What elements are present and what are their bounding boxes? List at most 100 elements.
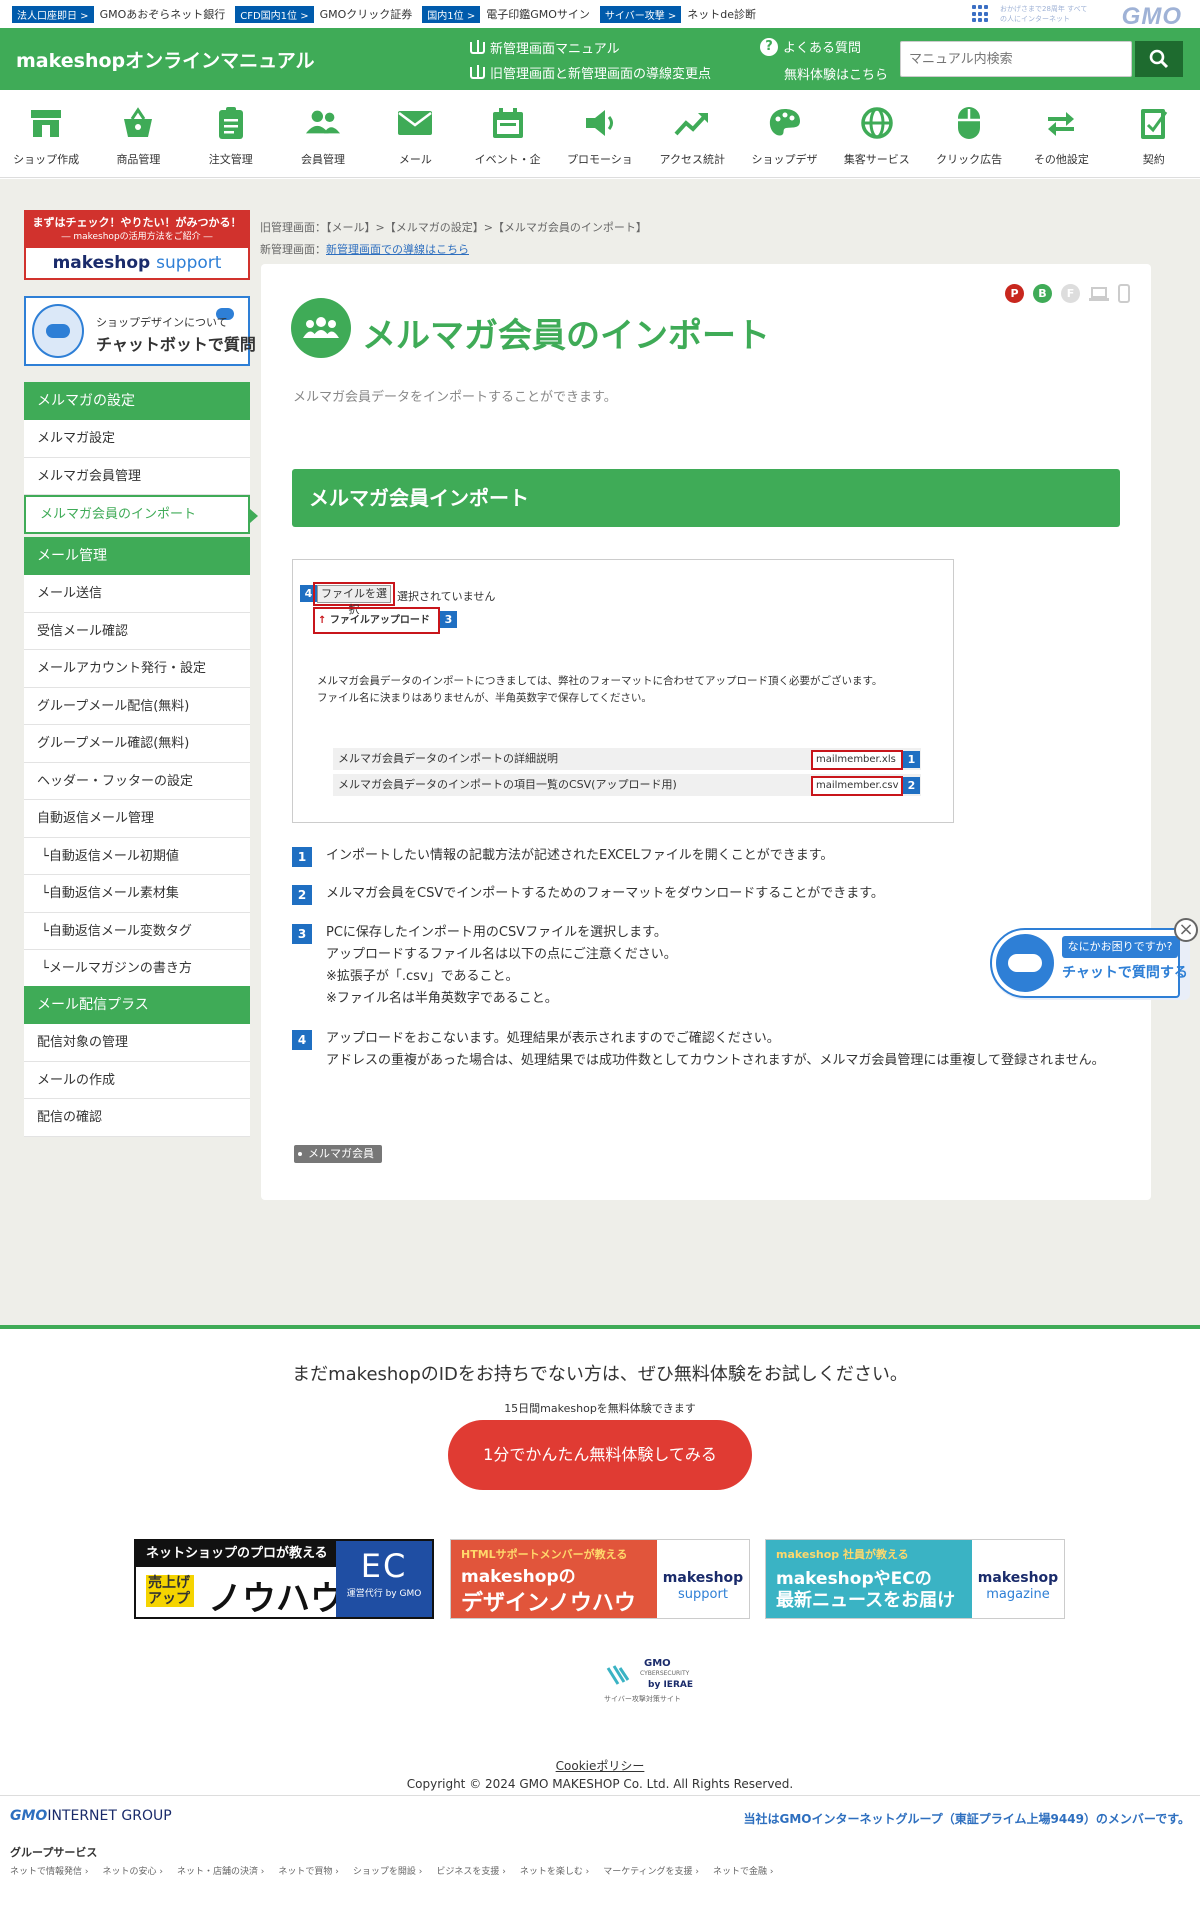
sidebar-group-head[interactable]: メール配信プラス	[24, 986, 250, 1024]
sidebar-item[interactable]: 配信対象の管理	[24, 1024, 250, 1062]
banner-right: EC 運営代行 by GMO	[336, 1541, 432, 1617]
nav-label: 会員管理	[301, 153, 346, 166]
file-upload-button[interactable]: ↑ ファイルアップロード	[318, 611, 432, 630]
sidebar-item[interactable]: メール送信	[24, 575, 250, 613]
sidebar-subitem[interactable]: └自動返信メール素材集	[24, 875, 250, 913]
group-link[interactable]: ネットの安心 ›	[102, 1864, 162, 1877]
sidebar-group-mailmag: メルマガの設定 メルマガ設定 メルマガ会員管理 メルマガ会員のインポート	[24, 382, 258, 534]
sidebar-group-head[interactable]: メルマガの設定	[24, 382, 250, 420]
cyber-caption: サイバー攻撃対策サイト	[604, 1695, 681, 1703]
magazine-banner[interactable]: makeshop 社員が教える makeshopやECの 最新ニュースをお届け …	[765, 1539, 1065, 1619]
topbar-badge-1[interactable]: 法人口座即日 >	[12, 5, 94, 23]
group-link[interactable]: ビジネスを支援 ›	[436, 1864, 505, 1877]
csv-download-link[interactable]: mailmember.csv	[811, 776, 903, 796]
group-link[interactable]: マーケティングを支援 ›	[603, 1864, 699, 1877]
gmo-logo[interactable]: GMO	[1122, 3, 1182, 31]
cybersecurity-badge[interactable]: GMO CYBERSECURITY by IERAE サイバー攻撃対策サイト	[600, 1658, 710, 1706]
topbar-link-3[interactable]: 電子印鑑GMOサイン	[486, 6, 590, 22]
nav-item-orders[interactable]: 注文管理	[185, 90, 277, 177]
sidebar-item-active[interactable]: メルマガ会員のインポート	[24, 495, 258, 534]
robot-icon	[996, 934, 1054, 992]
topbar-badge-4[interactable]: サイバー攻撃 >	[599, 5, 682, 23]
new-manual-link[interactable]: 新管理画面マニュアル	[470, 38, 620, 57]
group-link[interactable]: ネット・店舗の決済 ›	[177, 1864, 264, 1877]
robot-icon	[32, 304, 84, 358]
apps-grid-icon[interactable]	[972, 5, 990, 23]
group-link[interactable]: ネットで買物 ›	[278, 1864, 338, 1877]
topbar-badge-3[interactable]: 国内1位 >	[422, 5, 481, 23]
search-button[interactable]	[1135, 41, 1183, 77]
nav-item-mail[interactable]: メール	[369, 90, 461, 177]
group-link[interactable]: ショップを開設 ›	[353, 1864, 422, 1877]
nav-item-marketing[interactable]: 集客サービス	[831, 90, 923, 177]
nav-item-design[interactable]: ショップデザ	[738, 90, 830, 177]
support-banner-head: まずはチェック！やりたい！がみつかる！ ― makeshopの活用方法をご紹介 …	[26, 212, 248, 248]
nav-item-analytics[interactable]: アクセス統計	[646, 90, 738, 177]
sidebar-item[interactable]: メルマガ会員管理	[24, 457, 250, 495]
breadcrumb-new-link[interactable]: 新管理画面での導線はこちら	[326, 243, 469, 256]
gmo-internet-group-logo[interactable]: GMOINTERNET GROUP	[10, 1808, 172, 1824]
group-services-links: ネットで情報発信 › ネットの安心 › ネット・店舗の決済 › ネットで買物 ›…	[10, 1864, 774, 1877]
topbar-link-2[interactable]: GMOクリック証券	[320, 6, 413, 22]
sidebar-item[interactable]: メールアカウント発行・設定	[24, 650, 250, 688]
sidebar-item[interactable]: ヘッダー・フッターの設定	[24, 762, 250, 800]
group-link[interactable]: ネットで情報発信 ›	[10, 1864, 88, 1877]
gmo-logo-text: GMO	[10, 1808, 48, 1824]
support-banner[interactable]: まずはチェック！やりたい！がみつかる！ ― makeshopの活用方法をご紹介 …	[24, 210, 250, 280]
free-trial-button[interactable]: 1分でかんたん無料体験してみる	[448, 1420, 752, 1490]
nav-item-promotion[interactable]: プロモーショ	[554, 90, 646, 177]
sidebar-item[interactable]: メールの作成	[24, 1061, 250, 1099]
nav-item-shop[interactable]: ショップ作成	[0, 90, 92, 177]
nav-item-contract[interactable]: 契約	[1108, 90, 1200, 177]
chatbot-banner[interactable]: ショップデザインについて チャットボットで質問	[24, 296, 256, 366]
trial-link[interactable]: 無料体験はこちら	[784, 64, 888, 83]
group-link[interactable]: ネットで金融 ›	[713, 1864, 773, 1877]
site-title[interactable]: makeshopオンラインマニュアル	[16, 46, 315, 73]
sidebar-subitem[interactable]: └自動返信メール変数タグ	[24, 912, 250, 950]
nav-item-click-ads[interactable]: クリック広告	[923, 90, 1015, 177]
sidebar-item[interactable]: メルマガ設定	[24, 420, 250, 458]
sidebar-group-head[interactable]: メール管理	[24, 537, 250, 575]
ec-logo: EC	[360, 1547, 408, 1585]
contract-icon	[1136, 105, 1172, 141]
design-knowhow-banner[interactable]: HTMLサポートメンバーが教える makeshopの デザインノウハウ make…	[450, 1539, 750, 1619]
banner-badge: 売上げアップ	[146, 1575, 194, 1607]
search-input[interactable]	[900, 41, 1132, 77]
step-number: 4	[292, 1030, 312, 1050]
sidebar-item[interactable]: 受信メール確認	[24, 612, 250, 650]
cookie-policy-link[interactable]: Cookieポリシー	[0, 1757, 1200, 1774]
question-icon: ?	[760, 37, 778, 56]
migration-link[interactable]: 旧管理画面と新管理画面の導線変更点	[470, 63, 711, 82]
sidebar-item[interactable]: グループメール確認(無料)	[24, 725, 250, 763]
sidebar-group-mail: メール管理 メール送信 受信メール確認 メールアカウント発行・設定 グループメー…	[24, 537, 250, 988]
topbar-link-1[interactable]: GMOあおぞらネット銀行	[100, 6, 226, 22]
trend-chart-icon	[674, 105, 710, 141]
callout-1: 1	[903, 751, 920, 768]
sidebar-subitem[interactable]: └自動返信メール初期値	[24, 837, 250, 875]
nav-item-other-settings[interactable]: その他設定	[1015, 90, 1107, 177]
nav-item-products[interactable]: 商品管理	[92, 90, 184, 177]
file-select-button[interactable]: ファイルを選択	[317, 585, 391, 616]
section-heading: メルマガ会員インポート	[292, 469, 1120, 527]
tag-link[interactable]: メルマガ会員	[294, 1145, 382, 1163]
chat-widget[interactable]: なにかお困りですか? チャットで質問する	[990, 928, 1190, 1000]
callout-3: 3	[440, 611, 457, 628]
nav-item-event[interactable]: イベント・企	[461, 90, 553, 177]
nav-item-members[interactable]: 会員管理	[277, 90, 369, 177]
close-icon[interactable]: ×	[1174, 918, 1198, 942]
banner-sup: HTMLサポートメンバーが教える	[461, 1548, 628, 1561]
banner-head: ネットショップのプロが教える	[136, 1541, 336, 1567]
sidebar-item[interactable]: 自動返信メール管理	[24, 800, 250, 838]
topbar-badge-2[interactable]: CFD国内1位 >	[235, 5, 314, 23]
gmo-group-footer: GMOINTERNET GROUP 当社はGMOインターネットグループ（東証プラ…	[0, 1795, 1200, 1918]
sidebar-subitem[interactable]: └メールマガジンの書き方	[24, 950, 250, 988]
topbar-link-4[interactable]: ネットde診断	[687, 6, 756, 22]
group-link[interactable]: ネットを楽しむ ›	[520, 1864, 589, 1877]
sidebar-item[interactable]: グループメール配信(無料)	[24, 687, 250, 725]
faq-link[interactable]: ? よくある質問	[760, 37, 861, 56]
chatbot-banner-line1: ショップデザインについて	[96, 316, 228, 329]
xls-download-link[interactable]: mailmember.xls	[811, 750, 903, 770]
support-banner-top: まずはチェック！やりたい！がみつかる！	[32, 216, 242, 229]
ec-knowhow-banner[interactable]: ネットショップのプロが教える 売上げアップ ノウハウ EC 運営代行 by GMO	[134, 1539, 434, 1619]
sidebar-item[interactable]: 配信の確認	[24, 1099, 250, 1137]
